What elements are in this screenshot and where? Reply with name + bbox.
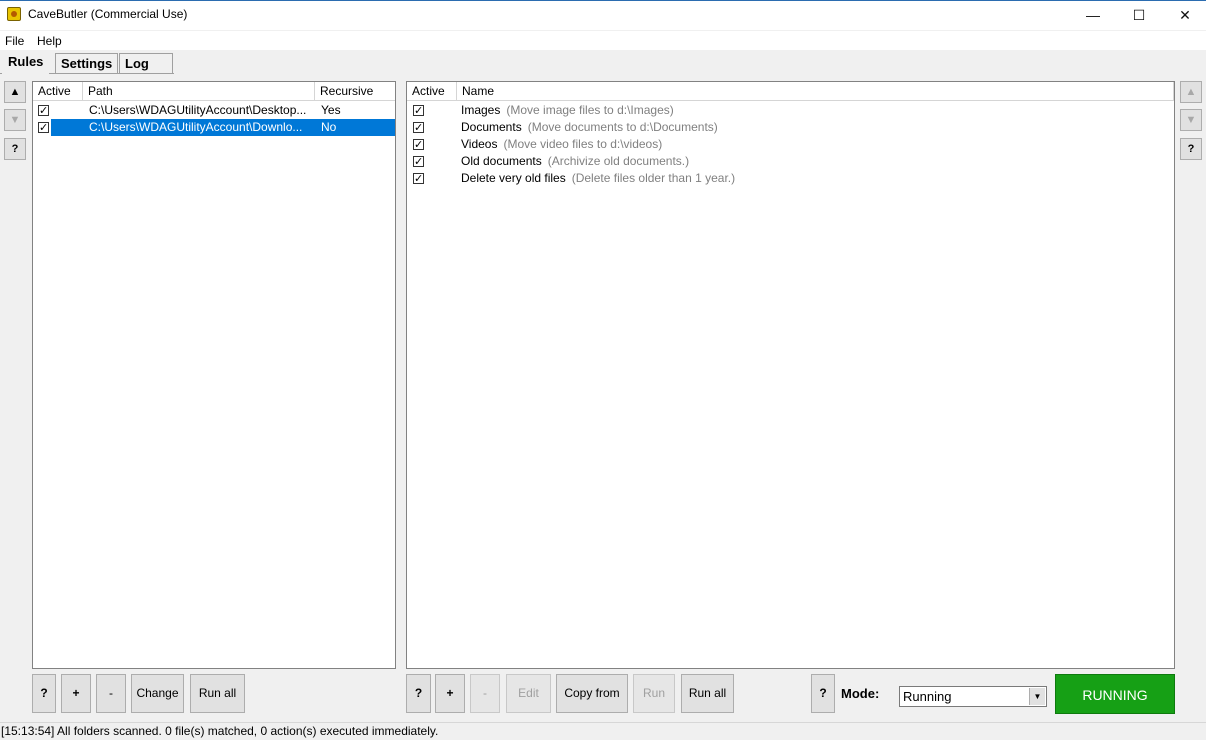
mode-select[interactable]: Running ▼: [899, 686, 1047, 707]
folder-active-checkbox[interactable]: [38, 102, 49, 119]
running-status-button[interactable]: RUNNING: [1055, 674, 1175, 714]
mode-help-button[interactable]: ?: [811, 674, 835, 713]
tab-settings[interactable]: Settings: [55, 53, 118, 73]
rule-active-checkbox[interactable]: [413, 136, 424, 153]
run-all-rules-button[interactable]: Run all: [681, 674, 734, 713]
folder-path: C:\Users\WDAGUtilityAccount\Desktop...: [89, 103, 307, 117]
rule-row[interactable]: Delete very old files (Delete files older…: [407, 170, 1174, 187]
rule-active-checkbox[interactable]: [413, 102, 424, 119]
rule-active-checkbox[interactable]: [413, 119, 424, 136]
rule-description: (Move video files to d:\videos): [503, 137, 663, 151]
folder-active-checkbox[interactable]: [38, 119, 49, 136]
rule-name: Images: [461, 103, 501, 117]
menu-file[interactable]: File: [5, 34, 24, 48]
menu-help[interactable]: Help: [37, 34, 62, 48]
rule-move-down-button[interactable]: ▼: [1180, 109, 1202, 131]
mode-value: Running: [903, 689, 952, 704]
folder-row-selected[interactable]: C:\Users\WDAGUtilityAccount\Downlo... No: [33, 119, 395, 136]
rule-row[interactable]: Images (Move image files to d:\Images): [407, 102, 1174, 119]
close-button[interactable]: ✕: [1162, 0, 1206, 30]
folders-help-side-button[interactable]: ?: [4, 138, 26, 160]
chevron-down-icon[interactable]: ▼: [1029, 688, 1045, 705]
run-rule-button[interactable]: Run: [633, 674, 675, 713]
rules-list[interactable]: Active Name Images (Move image files to d…: [406, 81, 1175, 669]
column-recursive[interactable]: Recursive: [315, 82, 395, 100]
folder-recursive: Yes: [321, 103, 341, 117]
column-active[interactable]: Active: [33, 82, 83, 100]
folder-recursive: No: [321, 120, 337, 134]
rule-description: (Move documents to d:\Documents): [527, 120, 718, 134]
rule-name: Delete very old files: [461, 171, 566, 185]
column-rule-name[interactable]: Name: [457, 82, 1174, 100]
tab-log[interactable]: Log: [119, 53, 173, 73]
add-folder-button[interactable]: +: [61, 674, 91, 713]
rule-name: Old documents: [461, 154, 542, 168]
move-down-button[interactable]: ▼: [4, 109, 26, 131]
remove-rule-button[interactable]: -: [470, 674, 500, 713]
remove-folder-button[interactable]: -: [96, 674, 126, 713]
maximize-button[interactable]: ☐: [1116, 0, 1162, 30]
rule-active-checkbox[interactable]: [413, 153, 424, 170]
folder-row[interactable]: C:\Users\WDAGUtilityAccount\Desktop... Y…: [33, 102, 395, 119]
folder-path: C:\Users\WDAGUtilityAccount\Downlo...: [89, 120, 303, 134]
menu-bar: [0, 31, 1206, 50]
rule-description: (Delete files older than 1 year.): [571, 171, 736, 185]
rule-name: Documents: [461, 120, 522, 134]
change-folder-button[interactable]: Change: [131, 674, 184, 713]
rule-row[interactable]: Videos (Move video files to d:\videos): [407, 136, 1174, 153]
window-title: CaveButler (Commercial Use): [28, 7, 188, 21]
column-path[interactable]: Path: [83, 82, 315, 100]
mode-label: Mode:: [841, 686, 880, 701]
status-bar: [15:13:54] All folders scanned. 0 file(s…: [0, 722, 1206, 739]
app-icon: [7, 7, 21, 21]
rules-help-button[interactable]: ?: [406, 674, 431, 713]
rule-active-checkbox[interactable]: [413, 170, 424, 187]
folders-help-button[interactable]: ?: [32, 674, 56, 713]
rule-description: (Archivize old documents.): [547, 154, 690, 168]
rules-help-side-button[interactable]: ?: [1180, 138, 1202, 160]
run-all-folders-button[interactable]: Run all: [190, 674, 245, 713]
folders-list[interactable]: Active Path Recursive C:\Users\WDAGUtili…: [32, 81, 396, 669]
rule-name: Videos: [461, 137, 498, 151]
copy-from-button[interactable]: Copy from: [556, 674, 628, 713]
add-rule-button[interactable]: +: [435, 674, 465, 713]
edit-rule-button[interactable]: Edit: [506, 674, 551, 713]
folders-header: Active Path Recursive: [33, 82, 395, 101]
rule-row[interactable]: Documents (Move documents to d:\Documents…: [407, 119, 1174, 136]
tab-rules[interactable]: Rules: [2, 51, 50, 74]
rule-description: (Move image files to d:\Images): [506, 103, 674, 117]
column-rule-active[interactable]: Active: [407, 82, 457, 100]
rule-row[interactable]: Old documents (Archivize old documents.): [407, 153, 1174, 170]
rules-header: Active Name: [407, 82, 1174, 101]
minimize-button[interactable]: —: [1070, 0, 1116, 30]
rule-move-up-button[interactable]: ▲: [1180, 81, 1202, 103]
move-up-button[interactable]: ▲: [4, 81, 26, 103]
